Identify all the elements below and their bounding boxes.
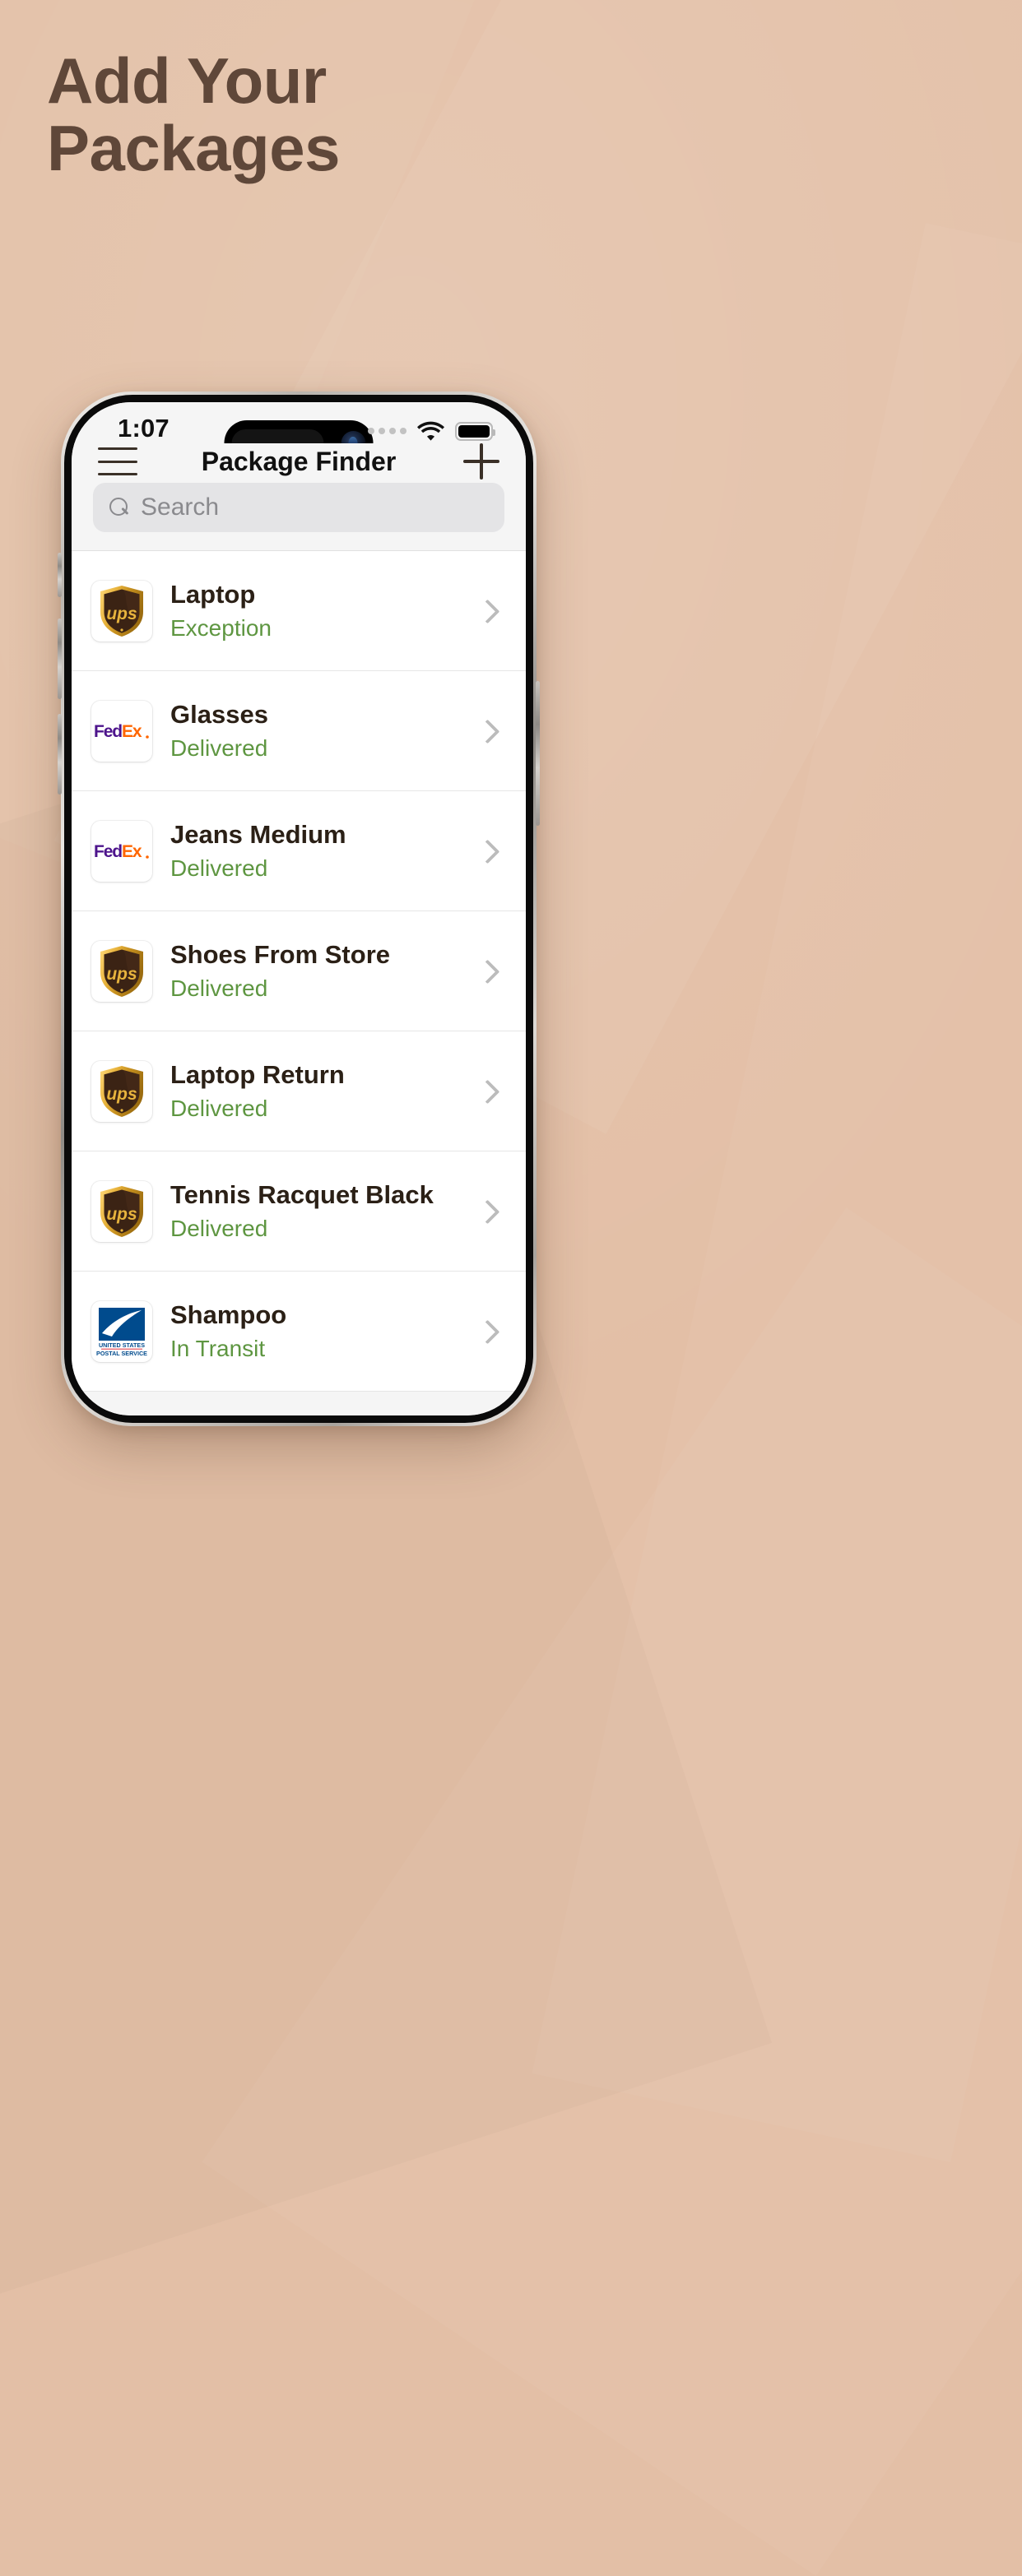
svg-text:ups: ups (106, 1205, 137, 1224)
package-status: Delivered (170, 1095, 268, 1121)
package-row[interactable]: ups Tennis Racquet Black Delivered (72, 1151, 526, 1272)
package-status: Delivered (170, 855, 268, 881)
package-row[interactable]: UNITED STATES POSTAL SERVICE Shampoo In … (72, 1272, 526, 1392)
chevron-right-icon[interactable] (475, 720, 496, 742)
phone-screen: 1:07 Package Finder Search ups Laptop Ex… (72, 402, 526, 1415)
status-icons (368, 421, 495, 441)
search-input[interactable]: Search (93, 483, 504, 532)
svg-text:ups: ups (106, 605, 137, 623)
package-list: ups Laptop Exception Fed Ex Glasses Deli… (72, 550, 526, 1392)
package-status: In Transit (170, 1335, 266, 1361)
package-name: Tennis Racquet Black (170, 1179, 434, 1209)
home-indicator-area (72, 1392, 526, 1415)
fedex-logo: Fed Ex (91, 820, 152, 882)
headline-line-2: Packages (47, 111, 340, 184)
ups-logo: ups (91, 1060, 152, 1122)
mute-switch[interactable] (58, 553, 62, 597)
package-name: Jeans Medium (170, 819, 346, 849)
svg-text:ups: ups (106, 965, 137, 984)
plus-icon[interactable] (463, 443, 499, 480)
search-icon (109, 497, 130, 518)
package-row[interactable]: Fed Ex Jeans Medium Delivered (72, 791, 526, 911)
package-name: Shampoo (170, 1300, 287, 1329)
chevron-right-icon[interactable] (475, 1081, 496, 1102)
svg-text:Ex: Ex (122, 722, 142, 741)
package-row[interactable]: ups Laptop Return Delivered (72, 1031, 526, 1151)
svg-text:Ex: Ex (122, 842, 142, 861)
phone-mockup: 1:07 Package Finder Search ups Laptop Ex… (58, 391, 540, 1426)
svg-text:Fed: Fed (94, 842, 122, 861)
package-name: Glasses (170, 699, 268, 729)
ups-logo: ups (91, 1180, 152, 1242)
package-info: Shampoo In Transit (170, 1300, 475, 1362)
search-placeholder: Search (141, 493, 220, 521)
package-info: Tennis Racquet Black Delivered (170, 1179, 475, 1242)
package-row[interactable]: ups Shoes From Store Delivered (72, 911, 526, 1031)
ups-logo: ups (91, 940, 152, 1002)
volume-up-button[interactable] (58, 619, 62, 699)
app-navbar: Package Finder (72, 443, 526, 480)
usps-logo: UNITED STATES POSTAL SERVICE (91, 1300, 152, 1362)
package-status: Delivered (170, 1215, 268, 1241)
package-row[interactable]: ups Laptop Exception (72, 551, 526, 671)
chevron-right-icon[interactable] (475, 600, 496, 622)
svg-text:UNITED STATES: UNITED STATES (99, 1341, 145, 1349)
search-bar-container: Search (72, 480, 526, 550)
svg-text:Fed: Fed (94, 722, 122, 741)
package-name: Shoes From Store (170, 939, 390, 969)
power-button[interactable] (536, 681, 540, 826)
chevron-right-icon[interactable] (475, 841, 496, 862)
svg-text:ups: ups (106, 1085, 137, 1104)
package-status: Exception (170, 614, 272, 641)
package-status: Delivered (170, 734, 268, 761)
wifi-icon (417, 421, 444, 441)
fedex-logo: Fed Ex (91, 700, 152, 762)
package-name: Laptop (170, 579, 256, 609)
volume-down-button[interactable] (58, 714, 62, 795)
package-row[interactable]: Fed Ex Glasses Delivered (72, 671, 526, 791)
package-name: Laptop Return (170, 1059, 345, 1089)
app-title: Package Finder (201, 446, 397, 476)
chevron-right-icon[interactable] (475, 961, 496, 982)
battery-full-icon (455, 421, 495, 441)
package-info: Laptop Exception (170, 579, 475, 642)
status-time: 1:07 (118, 414, 170, 442)
chevron-right-icon[interactable] (475, 1321, 496, 1342)
svg-text:POSTAL SERVICE: POSTAL SERVICE (96, 1350, 147, 1357)
package-info: Glasses Delivered (170, 699, 475, 762)
package-status: Delivered (170, 975, 268, 1001)
package-info: Laptop Return Delivered (170, 1059, 475, 1122)
cellular-dots-icon (368, 428, 406, 434)
package-info: Jeans Medium Delivered (170, 819, 475, 882)
chevron-right-icon[interactable] (475, 1201, 496, 1222)
status-bar: 1:07 (72, 402, 526, 466)
headline-line-1: Add Your (47, 44, 327, 117)
page-title: Add Your Packages (47, 44, 787, 184)
package-info: Shoes From Store Delivered (170, 939, 475, 1002)
hamburger-menu-icon[interactable] (98, 447, 137, 475)
ups-logo: ups (91, 580, 152, 642)
